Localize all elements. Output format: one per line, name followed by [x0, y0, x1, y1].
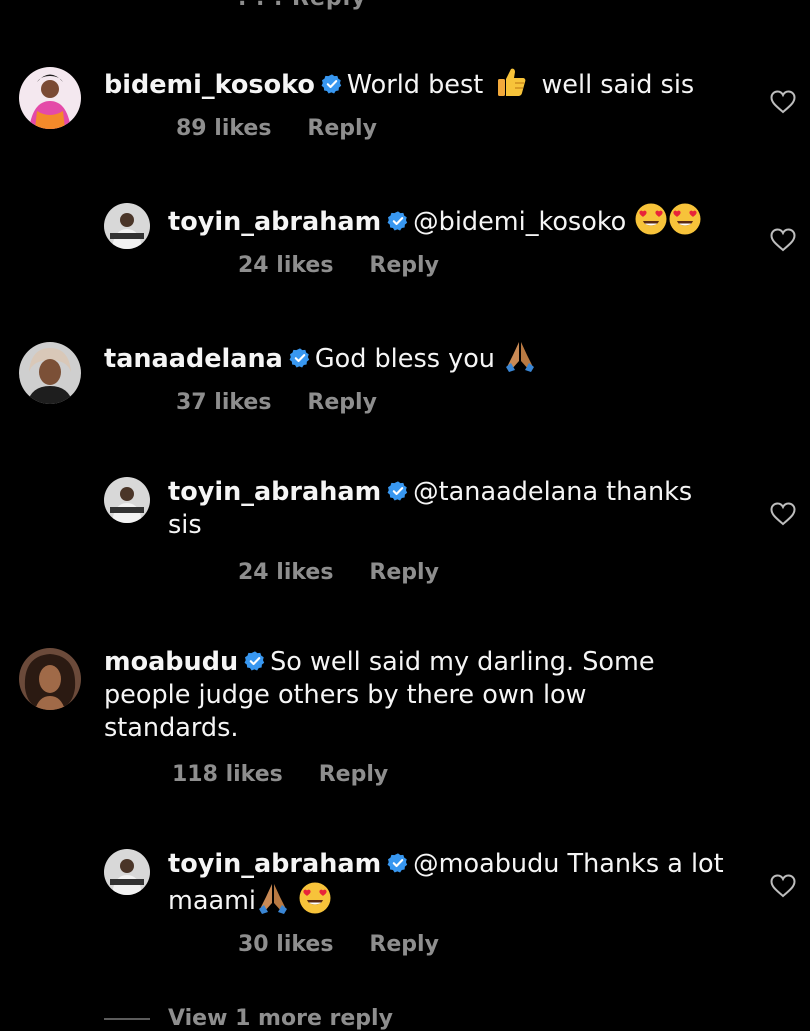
username[interactable]: toyin_abraham: [168, 207, 381, 237]
comment-body: toyin_abraham @moabudu Thanks a lot maami: [168, 848, 728, 918]
view-more-replies-button[interactable]: View 1 more reply: [104, 1006, 393, 1031]
comment-meta: 24 likes Reply: [238, 559, 439, 587]
reply-button[interactable]: Reply: [307, 390, 377, 415]
username[interactable]: toyin_abraham: [168, 849, 381, 879]
like-heart-icon[interactable]: [770, 90, 796, 114]
comment-text: God bless you: [314, 344, 495, 374]
reply-button[interactable]: Reply: [307, 116, 377, 141]
reply-button[interactable]: Reply: [319, 762, 389, 787]
verified-badge-icon: [321, 73, 343, 95]
view-more-label: View 1 more reply: [168, 1006, 393, 1031]
divider-line: [104, 1018, 150, 1020]
heart-eyes-emoji-icon: [668, 202, 702, 236]
likes-count[interactable]: 24 likes: [238, 560, 333, 585]
comment-body: toyin_abraham @tanaadelana thanks sis: [168, 476, 728, 542]
verified-badge-icon: [387, 210, 409, 232]
likes-count[interactable]: 89 likes: [176, 116, 271, 141]
comment-meta: 30 likes Reply: [238, 931, 439, 959]
praying-hands-emoji-icon: [256, 881, 290, 915]
comment-meta: 118 likes Reply: [172, 761, 388, 789]
avatar[interactable]: [19, 342, 81, 404]
comment-body: moabudu So well said my darling. Some peo…: [104, 646, 704, 745]
like-heart-icon[interactable]: [770, 874, 796, 898]
comment-body: toyin_abraham @bidemi_kosoko: [168, 202, 768, 239]
username[interactable]: bidemi_kosoko: [104, 70, 315, 100]
avatar[interactable]: [104, 203, 150, 249]
praying-hands-emoji-icon: [503, 339, 537, 373]
username[interactable]: moabudu: [104, 647, 238, 677]
likes-count[interactable]: 24 likes: [238, 253, 333, 278]
heart-eyes-emoji-icon: [298, 881, 332, 915]
top-partial-text: . . . Reply: [238, 0, 367, 11]
comment-body: tanaadelana God bless you: [104, 339, 754, 376]
avatar[interactable]: [19, 648, 81, 710]
likes-count[interactable]: 118 likes: [172, 762, 283, 787]
avatar[interactable]: [19, 67, 81, 129]
comment-text-after: well said sis: [541, 70, 695, 100]
avatar[interactable]: [104, 477, 150, 523]
comment-meta: 37 likes Reply: [176, 389, 377, 417]
comment-text: World best: [346, 70, 484, 100]
likes-count[interactable]: 30 likes: [238, 932, 333, 957]
username[interactable]: toyin_abraham: [168, 477, 381, 507]
comment-meta: 89 likes Reply: [176, 115, 377, 143]
like-heart-icon[interactable]: [770, 228, 796, 252]
username[interactable]: tanaadelana: [104, 344, 283, 374]
reply-button[interactable]: Reply: [369, 560, 439, 585]
comment-body: bidemi_kosoko World best well said sis: [104, 65, 754, 102]
likes-count[interactable]: 37 likes: [176, 390, 271, 415]
verified-badge-icon: [244, 650, 266, 672]
comment-text: @bidemi_kosoko: [413, 207, 627, 237]
avatar[interactable]: [104, 849, 150, 895]
heart-eyes-emoji-icon: [634, 202, 668, 236]
reply-button[interactable]: Reply: [369, 253, 439, 278]
verified-badge-icon: [289, 347, 311, 369]
verified-badge-icon: [387, 480, 409, 502]
reply-button[interactable]: Reply: [369, 932, 439, 957]
verified-badge-icon: [387, 852, 409, 874]
like-heart-icon[interactable]: [770, 502, 796, 526]
comment-meta: 24 likes Reply: [238, 252, 439, 280]
thumbs-up-emoji-icon: [495, 65, 529, 99]
